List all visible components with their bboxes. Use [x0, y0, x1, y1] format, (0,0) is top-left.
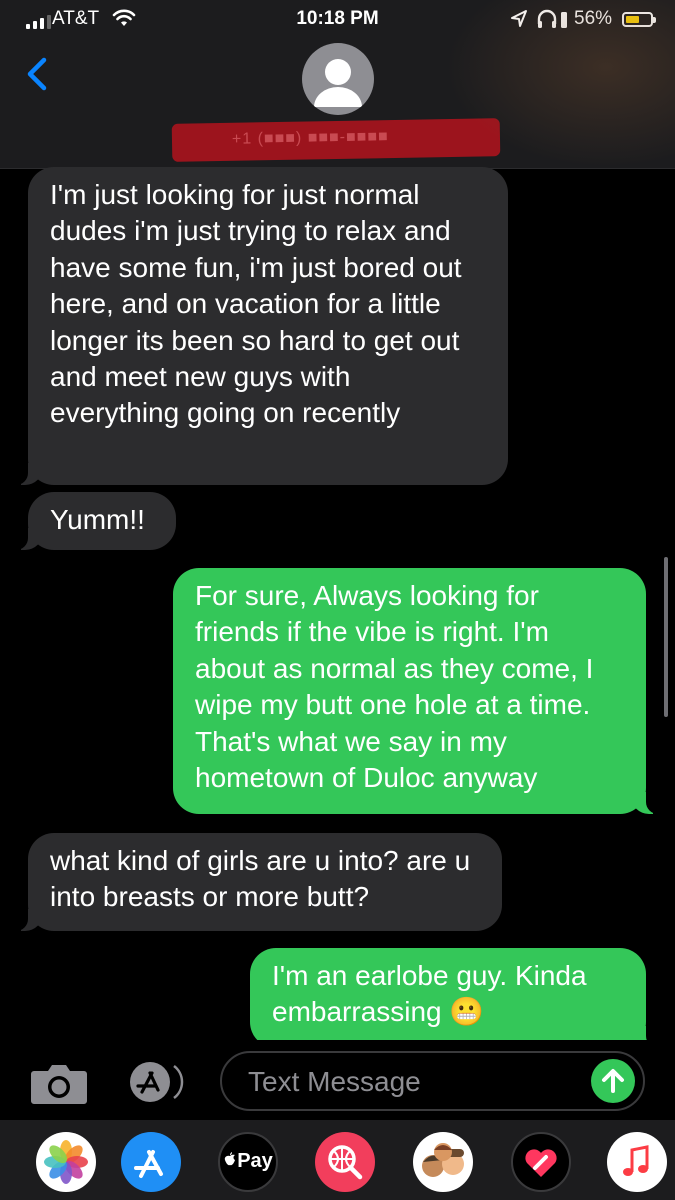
redacted-contact-number[interactable]: +1 (■■■) ■■■-■■■■	[171, 118, 501, 162]
contact-number: +1 (■■■) ■■■-■■■■	[231, 128, 389, 148]
location-arrow-icon	[510, 9, 528, 35]
outgoing-message[interactable]: For sure, Always looking for friends if …	[173, 568, 658, 814]
outgoing-message[interactable]: I'm an earlobe guy. Kinda embarrassing 😬	[250, 948, 658, 1048]
message-text: For sure, Always looking for friends if …	[195, 580, 594, 794]
incoming-message[interactable]: what kind of girls are u into? are u int…	[16, 833, 502, 931]
send-button[interactable]	[591, 1059, 635, 1103]
battery-icon	[622, 12, 656, 27]
incoming-message[interactable]: Yumm!!	[16, 492, 176, 550]
camera-button[interactable]	[30, 1063, 88, 1110]
contact-avatar[interactable]	[302, 43, 374, 115]
app-store-button[interactable]	[126, 1060, 194, 1109]
arrow-up-icon	[602, 1069, 624, 1093]
apple-pay-label: Pay	[220, 1150, 276, 1173]
message-text: I'm just looking for just normal dudes i…	[50, 179, 462, 429]
app-store-icon	[134, 1150, 163, 1178]
apple-logo-icon	[225, 1152, 236, 1166]
chevron-left-icon	[27, 57, 47, 91]
message-text: Yumm!!	[50, 504, 145, 535]
memoji-icon	[422, 1143, 464, 1177]
memoji-button[interactable]	[413, 1132, 473, 1192]
status-bar: AT&T 10:18 PM 56%	[0, 8, 675, 32]
message-input[interactable]: Text Message	[220, 1051, 645, 1111]
person-silhouette-icon	[314, 59, 362, 107]
music-button[interactable]	[607, 1132, 667, 1192]
incoming-message[interactable]: I'm just looking for just normal dudes i…	[16, 167, 508, 485]
headphones-icon	[536, 8, 570, 36]
scroll-indicator[interactable]	[664, 557, 668, 717]
clock: 10:18 PM	[296, 8, 379, 29]
camera-icon	[31, 1065, 87, 1104]
photos-icon	[44, 1140, 88, 1184]
web-search-icon	[328, 1145, 363, 1180]
apple-pay-text: Pay	[237, 1150, 273, 1172]
compose-bar: Text Message	[0, 1040, 675, 1120]
photos-app-button[interactable]	[36, 1132, 96, 1192]
digital-touch-icon	[525, 1149, 557, 1177]
web-search-button[interactable]	[315, 1132, 375, 1192]
music-icon	[623, 1145, 649, 1176]
apple-pay-button[interactable]: Pay	[218, 1132, 278, 1192]
battery-percent: 56%	[574, 8, 613, 29]
app-store-icon	[130, 1062, 184, 1102]
message-text: what kind of girls are u into? are u int…	[50, 845, 471, 913]
conversation-header: AT&T 10:18 PM 56% +1 (■■■) ■■■-■■■■	[0, 0, 675, 169]
back-button[interactable]	[20, 50, 60, 98]
message-text: I'm an earlobe guy. Kinda embarrassing 😬	[272, 960, 587, 1028]
app-store-drawer-button[interactable]	[121, 1132, 181, 1192]
message-input-placeholder: Text Message	[248, 1066, 421, 1097]
digital-touch-button[interactable]	[511, 1132, 571, 1192]
app-drawer: Pay	[0, 1120, 675, 1200]
